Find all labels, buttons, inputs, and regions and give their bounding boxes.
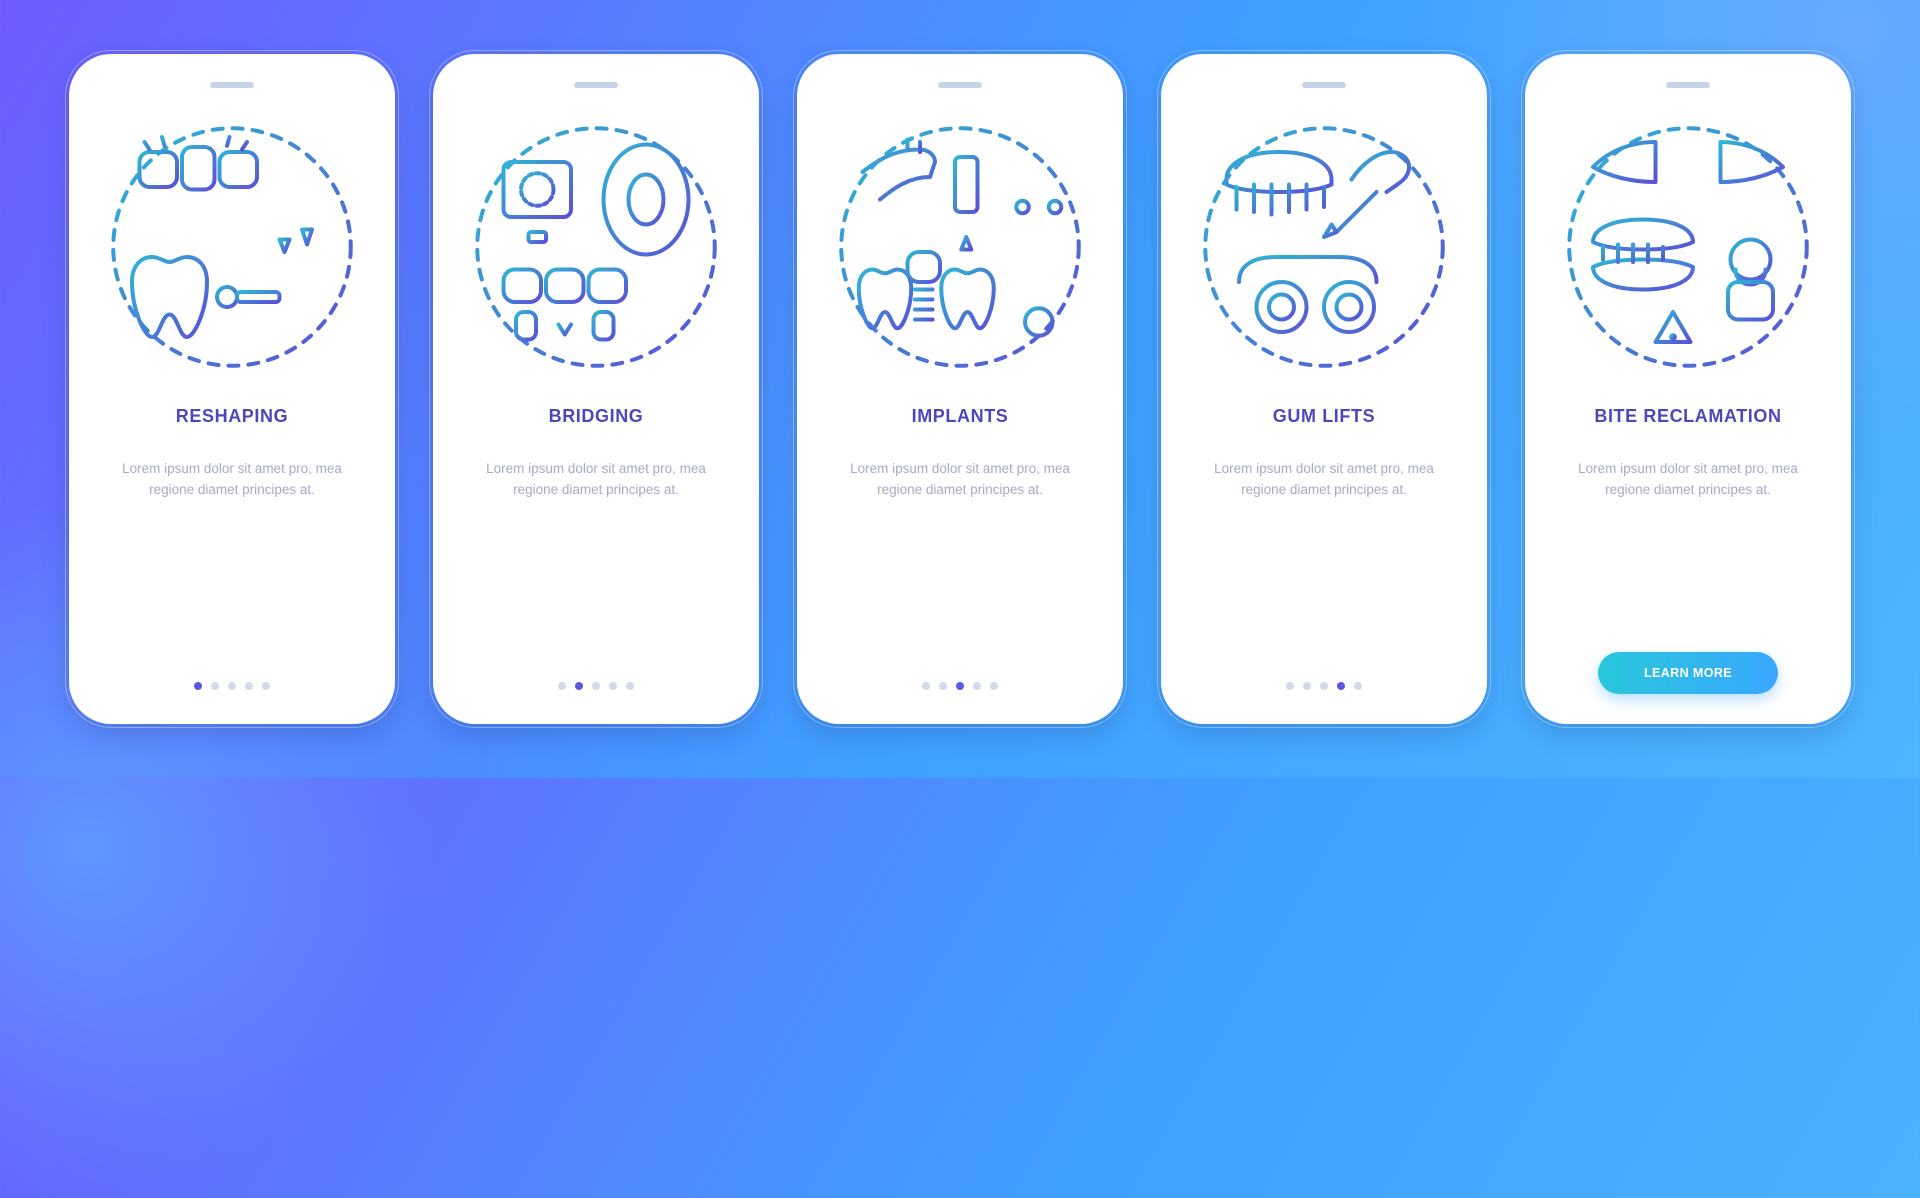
screen-body: Lorem ipsum dolor sit amet pro, mea regi… — [845, 459, 1075, 501]
dot-4[interactable] — [973, 682, 981, 690]
pagination-dots — [194, 682, 270, 694]
onboarding-carousel: RESHAPING Lorem ipsum dolor sit amet pro… — [0, 0, 1920, 778]
screen-body: Lorem ipsum dolor sit amet pro, mea regi… — [481, 459, 711, 501]
dot-5[interactable] — [990, 682, 998, 690]
onboarding-screen-bridging[interactable]: BRIDGING Lorem ipsum dolor sit amet pro,… — [433, 54, 759, 724]
screen-body: Lorem ipsum dolor sit amet pro, mea regi… — [117, 459, 347, 501]
bite-reclamation-icon — [1563, 122, 1813, 372]
screen-title: BRIDGING — [549, 406, 644, 427]
dot-4[interactable] — [1337, 682, 1345, 690]
phone-notch — [938, 82, 982, 88]
dot-1[interactable] — [558, 682, 566, 690]
dot-1[interactable] — [922, 682, 930, 690]
screen-body: Lorem ipsum dolor sit amet pro, mea regi… — [1209, 459, 1439, 501]
pagination-dots — [922, 682, 998, 694]
screen-title: GUM LIFTS — [1273, 406, 1375, 427]
dot-3[interactable] — [228, 682, 236, 690]
dot-3[interactable] — [956, 682, 964, 690]
implants-icon — [835, 122, 1085, 372]
gum-lifts-icon — [1199, 122, 1449, 372]
dot-3[interactable] — [592, 682, 600, 690]
pagination-dots — [558, 682, 634, 694]
reshaping-icon — [107, 122, 357, 372]
bridging-icon — [471, 122, 721, 372]
screen-title: IMPLANTS — [912, 406, 1009, 427]
screen-title: BITE RECLAMATION — [1594, 406, 1781, 427]
screen-body: Lorem ipsum dolor sit amet pro, mea regi… — [1573, 459, 1803, 501]
dot-4[interactable] — [609, 682, 617, 690]
dot-2[interactable] — [1303, 682, 1311, 690]
onboarding-screen-gum-lifts[interactable]: GUM LIFTS Lorem ipsum dolor sit amet pro… — [1161, 54, 1487, 724]
dot-2[interactable] — [575, 682, 583, 690]
dot-3[interactable] — [1320, 682, 1328, 690]
phone-notch — [574, 82, 618, 88]
pagination-dots — [1286, 682, 1362, 694]
onboarding-screen-reshaping[interactable]: RESHAPING Lorem ipsum dolor sit amet pro… — [69, 54, 395, 724]
dot-1[interactable] — [194, 682, 202, 690]
onboarding-screen-bite-reclamation[interactable]: BITE RECLAMATION Lorem ipsum dolor sit a… — [1525, 54, 1851, 724]
dot-2[interactable] — [211, 682, 219, 690]
phone-notch — [1302, 82, 1346, 88]
phone-notch — [1666, 82, 1710, 88]
dot-5[interactable] — [1354, 682, 1362, 690]
onboarding-screen-implants[interactable]: IMPLANTS Lorem ipsum dolor sit amet pro,… — [797, 54, 1123, 724]
phone-notch — [210, 82, 254, 88]
dot-2[interactable] — [939, 682, 947, 690]
learn-more-button[interactable]: LEARN MORE — [1598, 652, 1778, 694]
dot-1[interactable] — [1286, 682, 1294, 690]
dot-5[interactable] — [626, 682, 634, 690]
dot-4[interactable] — [245, 682, 253, 690]
screen-title: RESHAPING — [176, 406, 288, 427]
dot-5[interactable] — [262, 682, 270, 690]
